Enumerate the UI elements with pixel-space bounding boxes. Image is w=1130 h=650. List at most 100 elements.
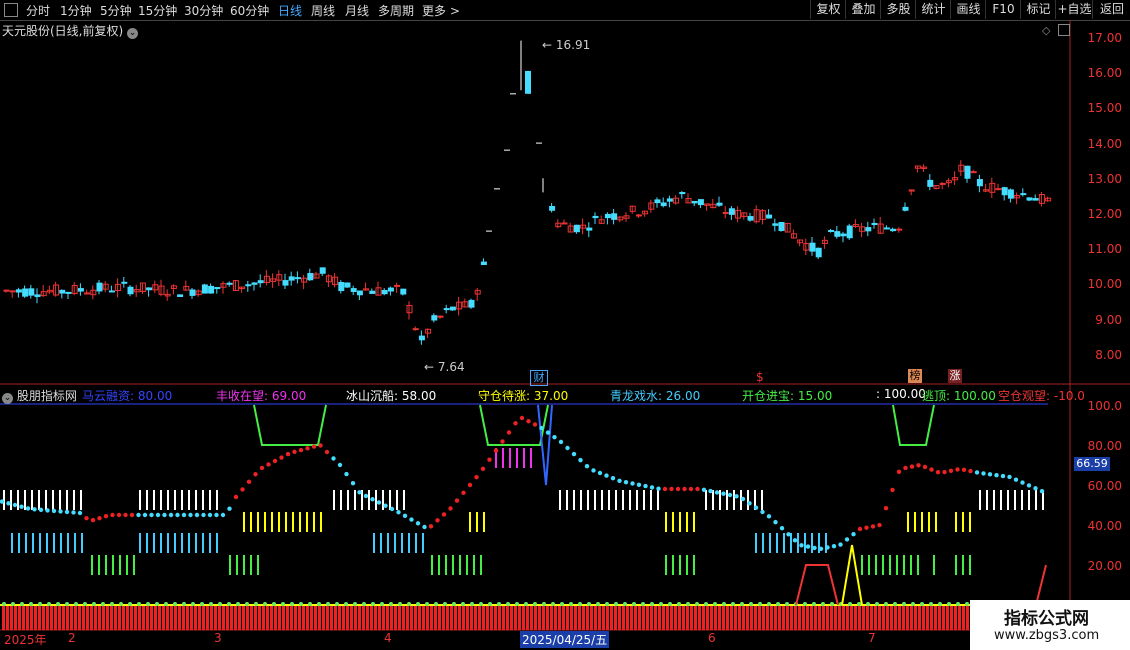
candle-body xyxy=(369,290,376,294)
indicator-dot xyxy=(1026,483,1032,488)
toolbar-button-2[interactable]: 多股 xyxy=(880,0,916,19)
chevron-down-icon[interactable]: ⌄ xyxy=(2,393,13,404)
green-trapezoid xyxy=(892,404,935,446)
candle-body xyxy=(809,242,816,252)
candle-body xyxy=(995,188,1002,191)
period-tab-6[interactable]: 日线 xyxy=(278,2,302,19)
toolbar-button-8[interactable]: 返回 xyxy=(1092,0,1130,19)
toolbar-button-0[interactable]: 复权 xyxy=(810,0,846,19)
volume-bar xyxy=(86,604,89,630)
volume-bar xyxy=(770,604,773,630)
candle-body xyxy=(15,289,22,293)
period-tab-1[interactable]: 1分钟 xyxy=(60,2,92,19)
finance-marker[interactable]: 财 xyxy=(530,370,548,386)
grid-icon[interactable] xyxy=(4,3,18,20)
period-tab-4[interactable]: 30分钟 xyxy=(184,2,223,19)
volume-bar xyxy=(30,604,33,630)
toolbar-button-7[interactable]: +自选 xyxy=(1055,0,1093,19)
indicator-dot xyxy=(500,439,505,444)
candle-body xyxy=(338,282,345,292)
volume-bar xyxy=(758,604,761,630)
toolbar-button-3[interactable]: 统计 xyxy=(915,0,951,19)
volume-bar xyxy=(162,604,165,630)
toolbar-button-6[interactable]: 标记 xyxy=(1020,0,1056,19)
candle-body xyxy=(319,267,326,274)
diamond-icon[interactable]: ◇ xyxy=(1042,24,1050,37)
indicator-dot xyxy=(487,457,492,462)
toolbar-button-1[interactable]: 叠加 xyxy=(845,0,881,19)
volume-bar xyxy=(466,604,469,630)
volume-bar xyxy=(342,604,345,630)
settings-icon[interactable] xyxy=(1058,24,1070,36)
baseline-dot xyxy=(434,602,438,606)
volume-bar xyxy=(822,604,825,630)
indicator-dot xyxy=(584,464,590,469)
dollar-marker[interactable]: $ xyxy=(756,370,766,384)
candle-body xyxy=(871,222,878,226)
period-tab-7[interactable]: 周线 xyxy=(311,2,335,19)
indicator-dot xyxy=(844,537,850,542)
indicator-dot xyxy=(467,482,473,488)
volume-bar xyxy=(498,604,501,630)
indicator-dot xyxy=(682,486,687,492)
chevron-down-icon[interactable]: ⌄ xyxy=(127,28,139,39)
volume-bar xyxy=(666,604,669,630)
volume-bar xyxy=(734,604,737,630)
toolbar-button-5[interactable]: F10 xyxy=(985,0,1021,19)
volume-bar xyxy=(294,604,297,630)
volume-bar xyxy=(158,604,161,630)
baseline-dot xyxy=(128,602,132,606)
period-tab-9[interactable]: 多周期 xyxy=(378,2,414,19)
candle-body xyxy=(201,284,208,294)
indicator-dot xyxy=(675,486,681,492)
period-tab-3[interactable]: 15分钟 xyxy=(138,2,177,19)
toolbar-button-4[interactable]: 画线 xyxy=(950,0,986,19)
baseline-dot xyxy=(299,602,303,606)
volume-bar xyxy=(370,604,373,630)
indicator-dot xyxy=(890,487,895,493)
baseline-dot xyxy=(902,602,906,606)
baseline-dot xyxy=(398,602,402,606)
baseline-dot xyxy=(965,602,969,606)
candle-body xyxy=(976,179,983,187)
baseline-dot xyxy=(821,602,825,606)
candle-body xyxy=(896,228,903,231)
rank-marker[interactable]: 榜 xyxy=(908,369,922,383)
indicator-dot xyxy=(110,512,115,518)
volume-bar xyxy=(46,604,49,630)
indicator-dot xyxy=(175,512,180,518)
candle-body xyxy=(840,233,847,237)
volume-bar xyxy=(382,604,385,630)
volume-bar xyxy=(574,604,577,630)
baseline-dot xyxy=(83,602,87,606)
kline-chart[interactable] xyxy=(0,20,1130,650)
baseline-dot xyxy=(623,602,627,606)
rise-marker[interactable]: 涨 xyxy=(948,369,962,383)
indicator-dot xyxy=(747,501,752,506)
indicator-dot xyxy=(961,467,967,472)
volume-bar xyxy=(314,604,317,630)
volume-bar xyxy=(450,604,453,630)
period-tab-10[interactable]: 更多 > xyxy=(422,2,460,19)
volume-bar xyxy=(882,604,885,630)
volume-bar xyxy=(142,604,145,630)
volume-bar xyxy=(118,604,121,630)
indicator-dot xyxy=(695,486,700,492)
period-tab-8[interactable]: 月线 xyxy=(345,2,369,19)
volume-bar xyxy=(138,604,141,630)
period-tab-5[interactable]: 60分钟 xyxy=(230,2,269,19)
candle-body xyxy=(890,228,897,232)
period-tab-0[interactable]: 分时 xyxy=(26,2,50,19)
indicator-name[interactable]: 股朋指标网 xyxy=(17,389,77,403)
rank-marker-text: 榜 xyxy=(909,369,921,382)
volume-bar xyxy=(242,604,245,630)
volume-bar xyxy=(278,604,281,630)
volume-bar xyxy=(918,604,921,630)
period-tab-2[interactable]: 5分钟 xyxy=(100,2,132,19)
volume-bar xyxy=(54,604,57,630)
indicator-dot xyxy=(630,481,635,486)
indicator-label: 青龙戏水: 26.00 xyxy=(610,389,701,403)
watermark-logo: 指标公式网 www.zbgs3.com xyxy=(970,600,1130,650)
indicator-dot xyxy=(513,421,518,426)
indicator-dot xyxy=(929,467,934,472)
